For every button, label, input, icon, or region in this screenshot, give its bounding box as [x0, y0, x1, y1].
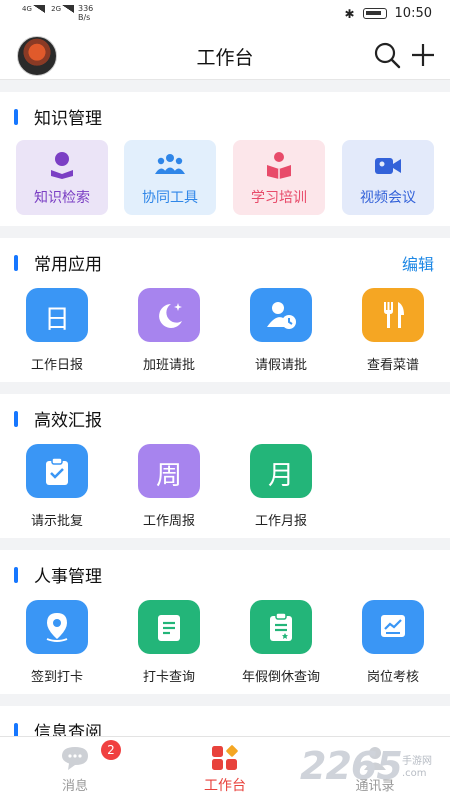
study-icon [267, 152, 291, 179]
app-label: 查看菜谱 [366, 358, 419, 373]
app-label: 签到打卡 [30, 670, 83, 685]
card-label: 视频会议 [360, 190, 416, 206]
app-monthly-report[interactable]: 月 工作月报 [226, 444, 336, 534]
battery-icon [362, 8, 387, 19]
card-video-meeting[interactable]: 视频会议 [342, 140, 434, 215]
tab-workbench[interactable]: 工作台 [165, 737, 285, 800]
section-knowledge: 知识管理 知识检索 协同工具 学习培训 视频会议 [0, 92, 450, 226]
tab-messages[interactable]: 2 消息 [15, 737, 135, 800]
card-study-training[interactable]: 学习培训 [233, 140, 325, 215]
moon-icon [138, 288, 200, 342]
network-label-2: 2G [51, 5, 62, 13]
tab-label: 工作台 [204, 778, 246, 794]
location-pin-icon [26, 600, 88, 654]
app-request-reply[interactable]: 请示批复 [2, 444, 112, 534]
nav-bar: 工作台 [0, 30, 450, 80]
section-report: 高效汇报 请示批复 周 工作周报 月 工作月报 [0, 394, 450, 538]
edit-button[interactable]: 编辑 [402, 251, 434, 275]
book-reader-icon [51, 152, 73, 179]
section-title: 信息查阅 [34, 723, 102, 736]
network-speed: 336 B/s [78, 4, 93, 22]
workbench-icon [212, 745, 238, 770]
card-label: 学习培训 [251, 190, 307, 206]
network-label-1: 4G [22, 5, 32, 13]
signal-icon [62, 5, 75, 13]
icon-glyph: 月 [267, 461, 294, 491]
trend-board-icon [362, 600, 424, 654]
section-marker [14, 255, 18, 271]
app-daily-report[interactable]: 日 工作日报 [2, 288, 112, 378]
app-label: 工作周报 [142, 514, 195, 529]
bluetooth-icon: ✱ [344, 6, 355, 21]
app-label: 打卡查询 [142, 670, 195, 685]
watermark-number: 2265 [300, 744, 403, 788]
app-position-assessment[interactable]: 岗位考核 [338, 600, 448, 690]
watermark-line: 手游网 [402, 756, 432, 767]
section-marker [14, 567, 18, 583]
tab-label: 消息 [61, 779, 88, 794]
app-label: 工作月报 [254, 514, 307, 529]
section-title: 知识管理 [34, 109, 102, 129]
team-icon [155, 154, 185, 174]
fork-knife-icon [362, 288, 424, 342]
app-label: 岗位考核 [366, 670, 419, 685]
status-bar: 4G 2G 336 B/s ✱ 10:50 [0, 0, 450, 30]
app-weekly-report[interactable]: 周 工作周报 [114, 444, 224, 534]
signal-icon [32, 5, 45, 13]
icon-glyph: 日 [43, 305, 70, 335]
section-marker [14, 723, 18, 736]
app-attendance-query[interactable]: 打卡查询 [114, 600, 224, 690]
search-icon[interactable] [372, 40, 402, 70]
app-leave-approval[interactable]: 请假请批 [226, 288, 336, 378]
section-title: 常用应用 [34, 255, 102, 275]
clock: 10:50 [394, 6, 432, 21]
clipboard-check-icon [26, 444, 88, 498]
section-title: 高效汇报 [34, 411, 102, 431]
user-clock-icon [250, 288, 312, 342]
section-info: 信息查阅 [0, 706, 450, 736]
app-label: 加班请批 [142, 358, 195, 373]
section-marker [14, 109, 18, 125]
chat-bubble-icon [62, 747, 88, 770]
speed-value: 336 [78, 4, 94, 13]
calendar-month-icon: 月 [250, 444, 312, 498]
watermark-line: .com [402, 768, 427, 779]
section-title: 人事管理 [34, 567, 102, 587]
app-view-menu[interactable]: 查看菜谱 [338, 288, 448, 378]
app-annual-leave-query[interactable]: 年假倒休查询 [226, 600, 336, 690]
speed-unit: B/s [78, 13, 91, 22]
calendar-week-icon: 周 [138, 444, 200, 498]
watermark-logo: 2265 手游网 .com [300, 742, 450, 800]
app-label: 请假请批 [254, 358, 307, 373]
watermark-text: 手游网 .com [402, 756, 432, 780]
plus-icon[interactable] [408, 40, 438, 70]
section-common-apps: 常用应用 编辑 日 工作日报 加班请批 请假请批 查看菜谱 [0, 238, 450, 382]
section-hr: 人事管理 签到打卡 打卡查询 年假倒休查询 岗位考核 [0, 550, 450, 694]
card-label: 协同工具 [142, 190, 198, 206]
app-label: 年假倒休查询 [241, 670, 320, 685]
card-collab-tools[interactable]: 协同工具 [124, 140, 216, 215]
app-overtime-approval[interactable]: 加班请批 [114, 288, 224, 378]
clipboard-star-icon [250, 600, 312, 654]
card-knowledge-search[interactable]: 知识检索 [16, 140, 108, 215]
network-indicator: 4G 2G [22, 5, 75, 13]
card-label: 知识检索 [34, 190, 90, 206]
app-check-in[interactable]: 签到打卡 [2, 600, 112, 690]
document-list-icon [138, 600, 200, 654]
unread-badge: 2 [101, 740, 121, 760]
app-label: 工作日报 [30, 358, 83, 373]
video-camera-icon [375, 158, 401, 174]
icon-glyph: 周 [155, 461, 182, 491]
section-marker [14, 411, 18, 427]
calendar-day-icon: 日 [26, 288, 88, 342]
app-label: 请示批复 [30, 514, 83, 529]
